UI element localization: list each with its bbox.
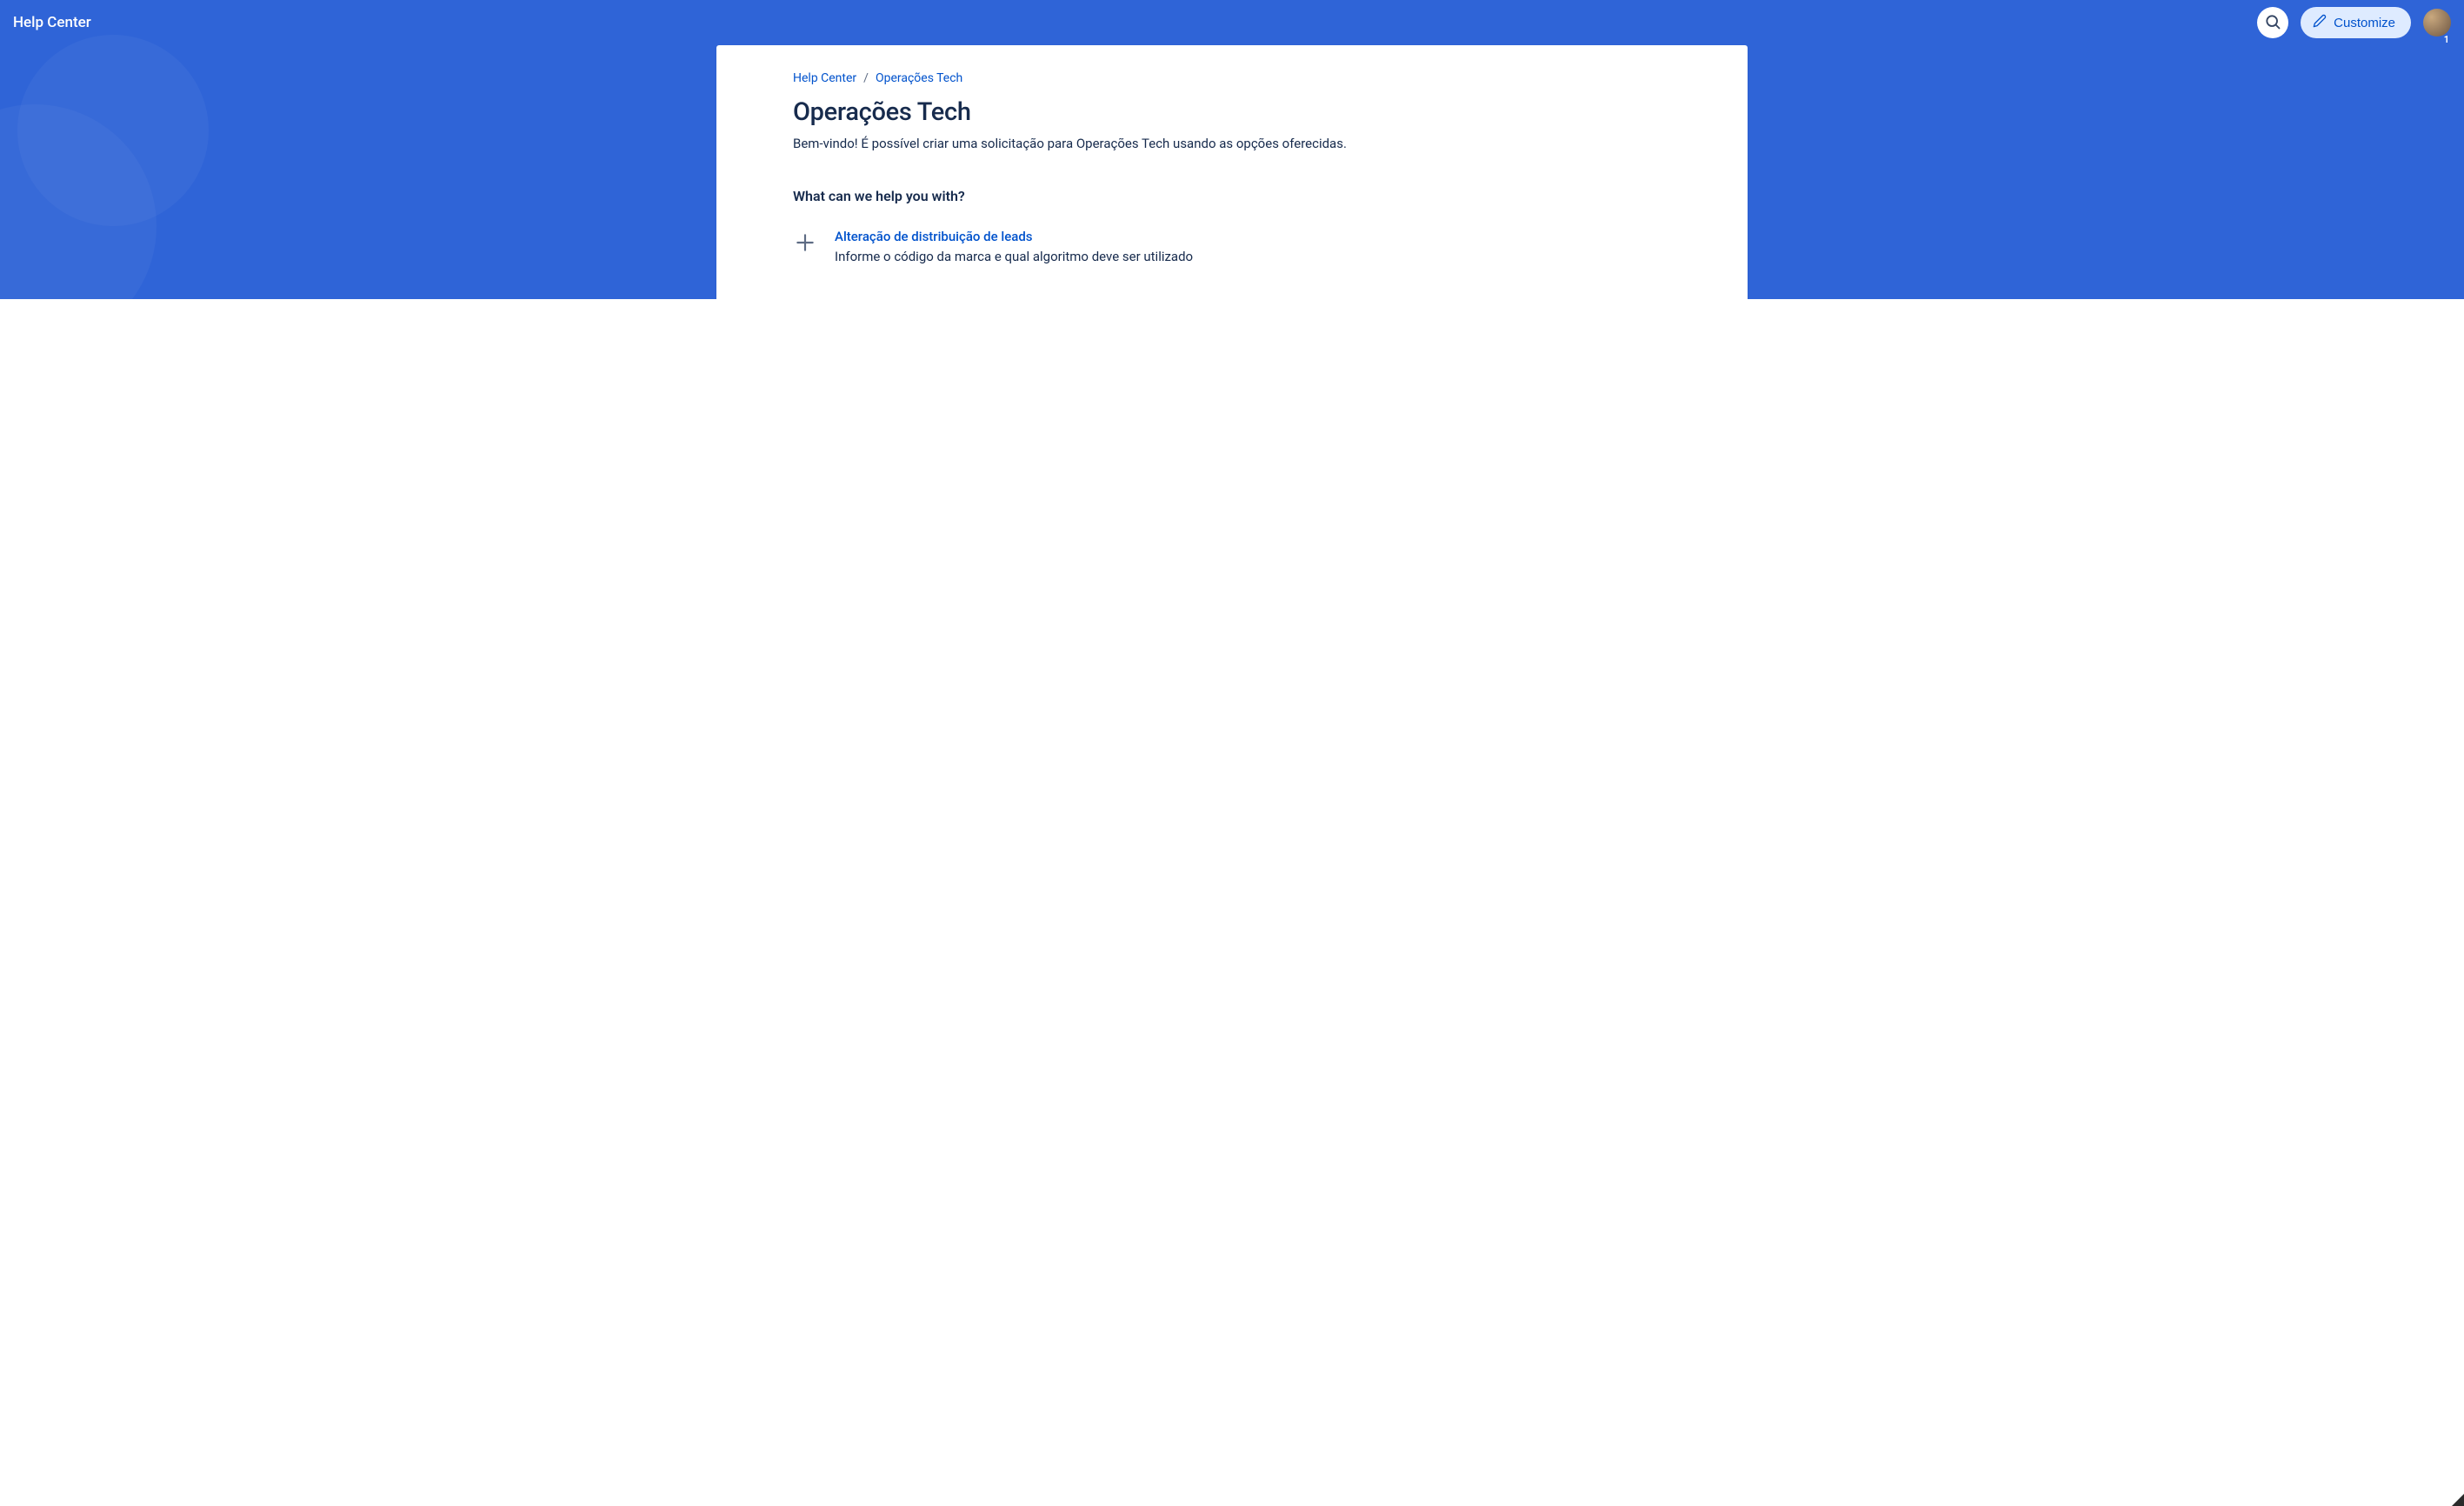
breadcrumb-link-help-center[interactable]: Help Center: [793, 71, 856, 85]
search-button[interactable]: [2257, 7, 2288, 38]
main-panel: Help Center / Operações Tech Operações T…: [716, 45, 1748, 299]
breadcrumb-separator: /: [863, 71, 869, 85]
resize-handle[interactable]: [2452, 1494, 2464, 1506]
plus-icon: [793, 230, 817, 255]
page-title: Operações Tech: [793, 97, 1671, 127]
customize-label: Customize: [2334, 16, 2395, 30]
breadcrumb-link-operacoes-tech[interactable]: Operações Tech: [876, 71, 962, 85]
pencil-icon: [2313, 14, 2327, 31]
page-description: Bem-vindo! É possível criar uma solicita…: [793, 136, 1671, 151]
banner-background: Help Center Customize 1: [0, 0, 2464, 299]
request-title: Alteração de distribuição de leads: [835, 229, 1671, 244]
request-description: Informe o código da marca e qual algorit…: [835, 248, 1671, 267]
avatar-badge: 1: [2444, 34, 2449, 45]
user-avatar[interactable]: 1: [2423, 9, 2451, 37]
search-icon: [2264, 13, 2281, 33]
customize-button[interactable]: Customize: [2301, 7, 2411, 38]
header-actions: Customize 1: [2257, 7, 2451, 38]
page-background: [0, 299, 2464, 1506]
request-item[interactable]: Alteração de distribuição de leads Infor…: [793, 229, 1671, 267]
request-body: Alteração de distribuição de leads Infor…: [835, 229, 1671, 267]
breadcrumb: Help Center / Operações Tech: [793, 71, 1671, 85]
section-title: What can we help you with?: [793, 188, 1671, 204]
request-list: Alteração de distribuição de leads Infor…: [793, 229, 1671, 299]
decorative-cloud: [17, 35, 209, 226]
top-header: Help Center Customize 1: [0, 0, 2464, 45]
brand-title[interactable]: Help Center: [13, 14, 2257, 31]
